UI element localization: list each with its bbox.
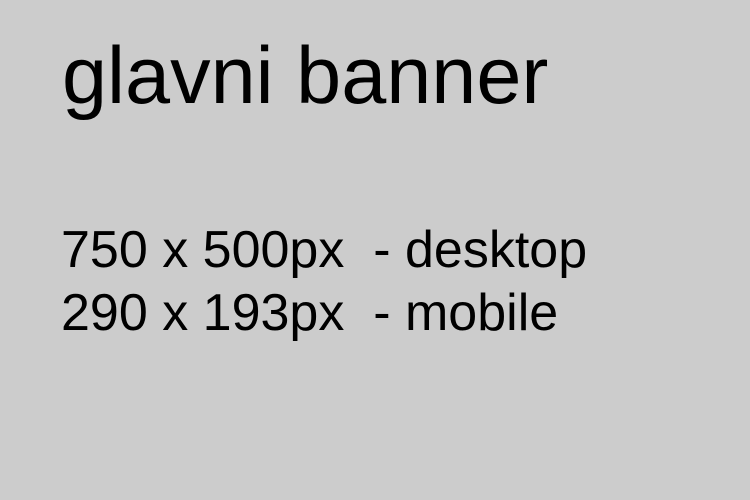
banner-size-info: 750 x 500px - desktop 290 x 193px - mobi… <box>61 219 587 345</box>
banner-title: glavni banner <box>62 31 549 121</box>
desktop-size-line: 750 x 500px - desktop <box>61 221 588 279</box>
mobile-size-line: 290 x 193px - mobile <box>61 284 559 342</box>
banner-placeholder: glavni banner 750 x 500px - desktop 290 … <box>0 0 750 500</box>
